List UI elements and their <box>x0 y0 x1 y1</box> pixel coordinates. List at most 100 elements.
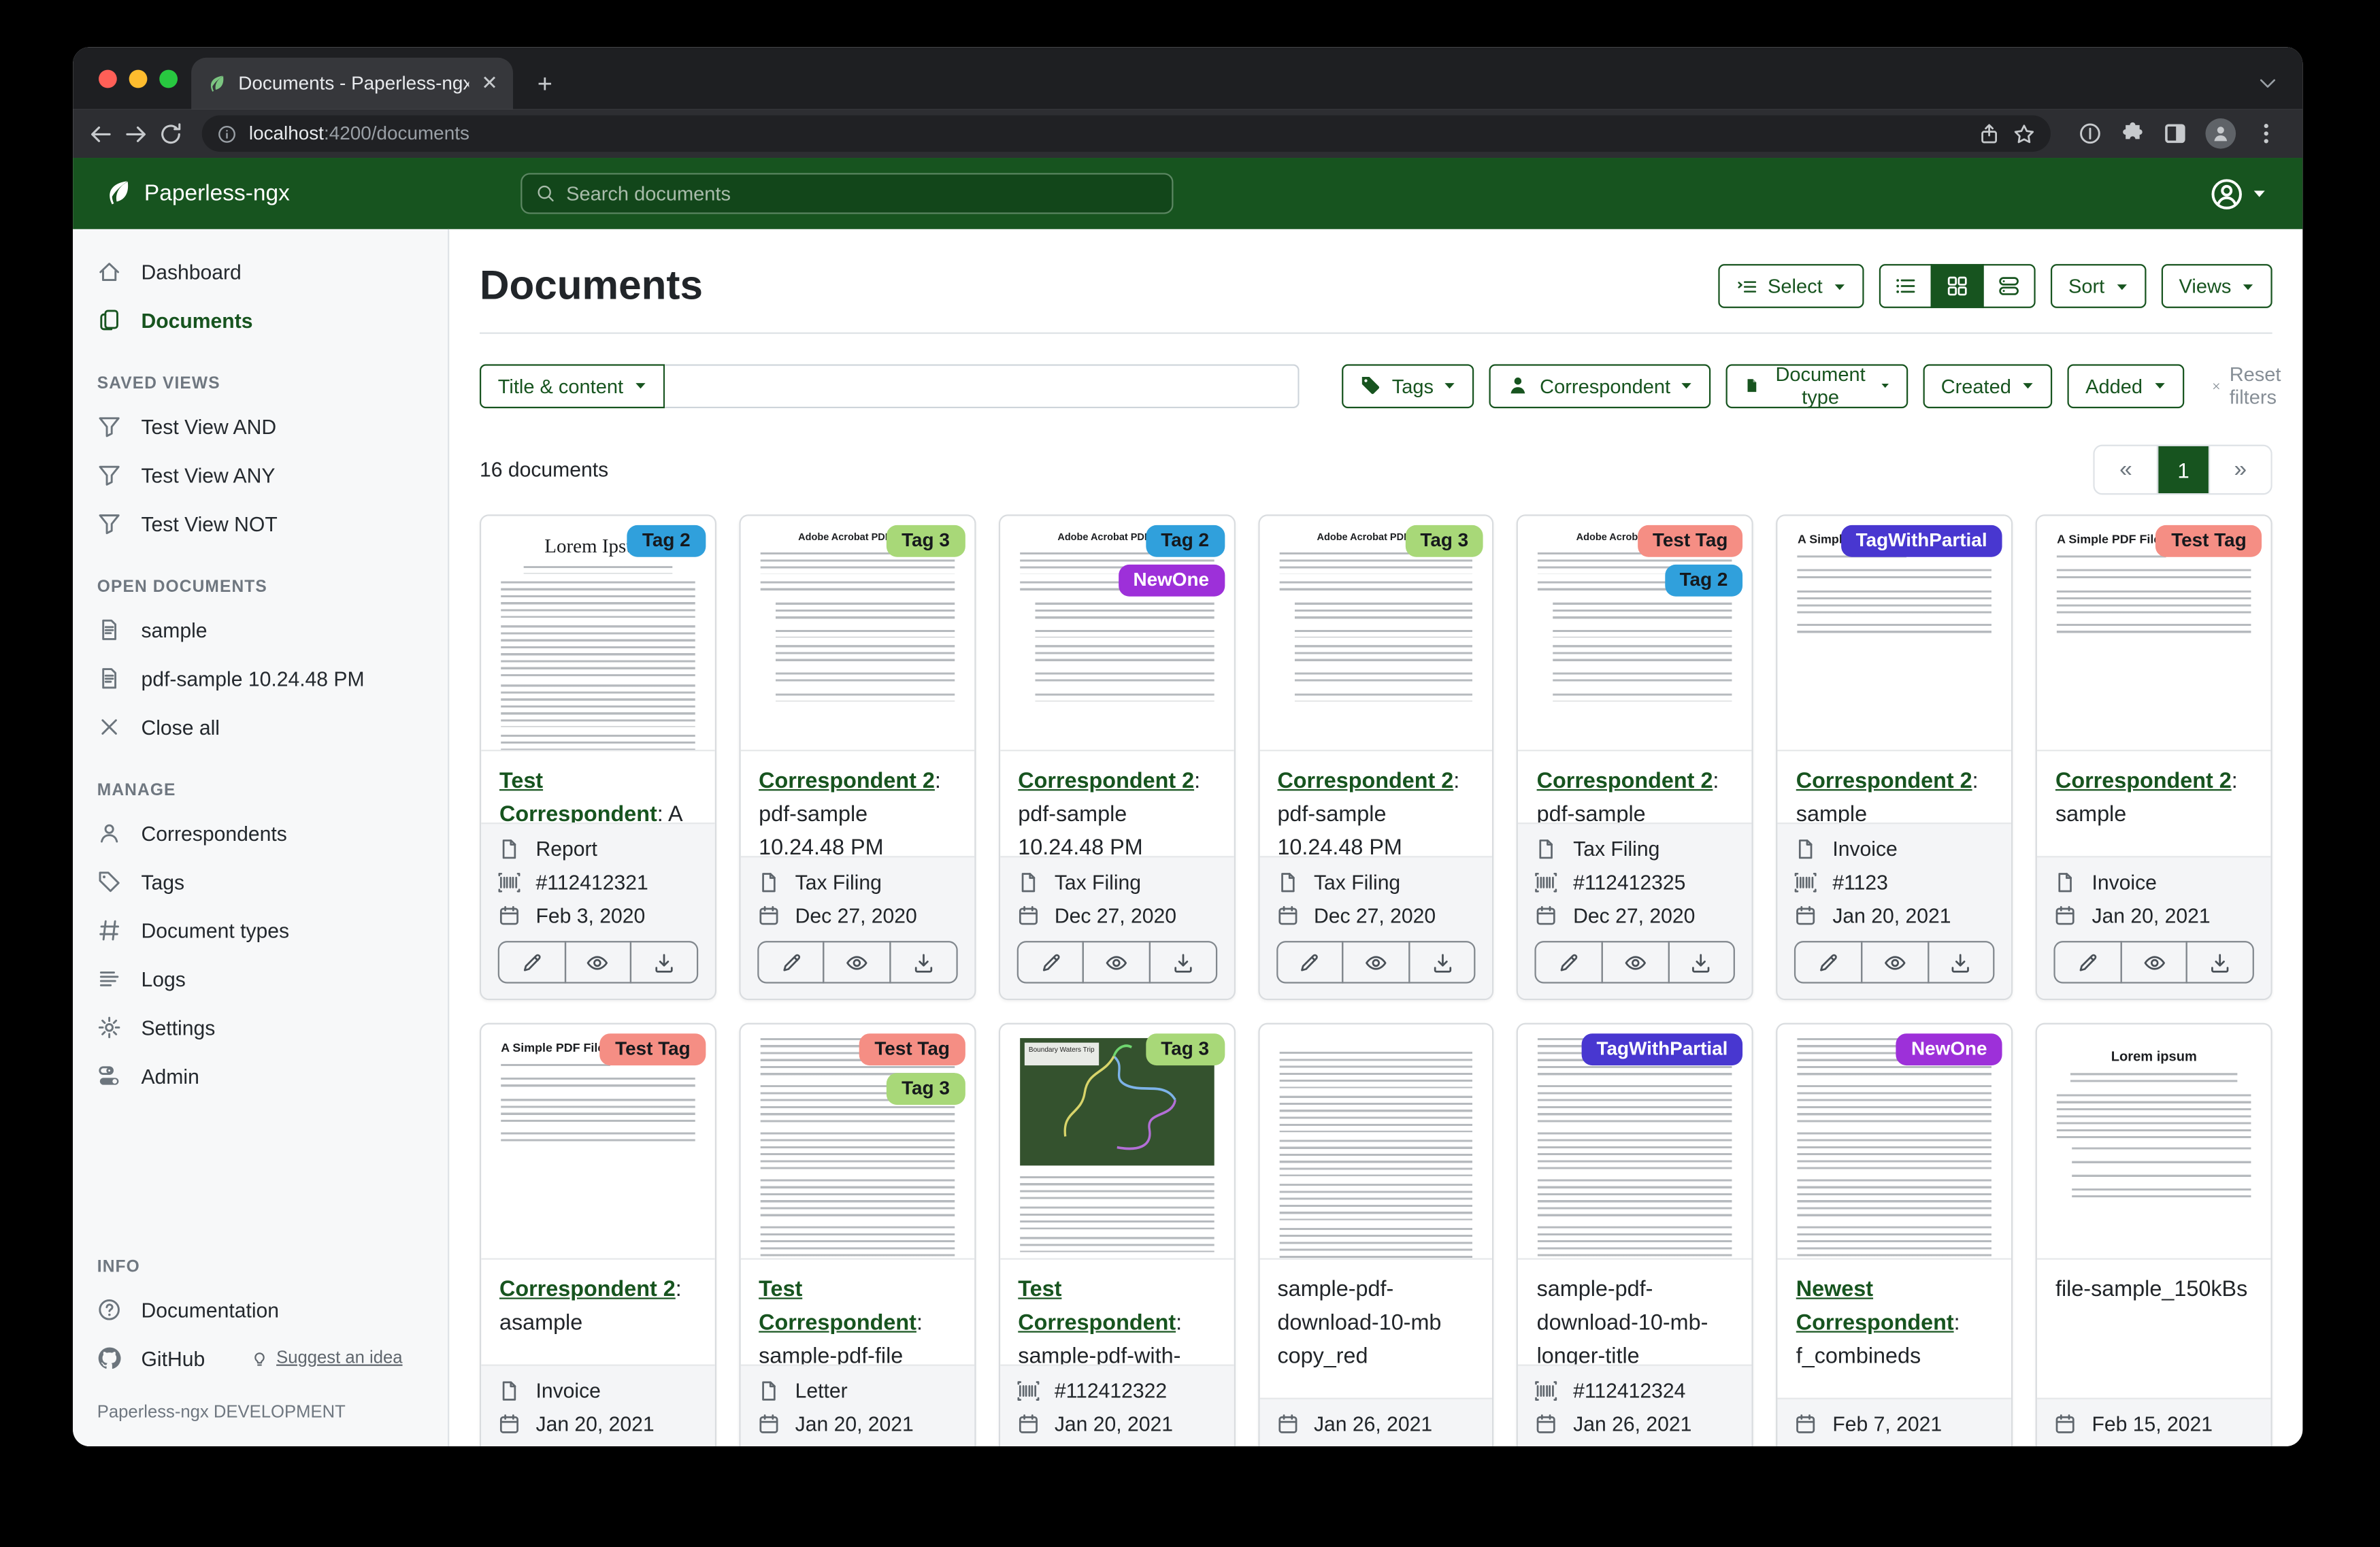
suggest-an-idea-link[interactable]: Suggest an idea <box>250 1349 402 1367</box>
bookmark-star-icon[interactable] <box>2013 122 2035 145</box>
tag-badge[interactable]: Tag 2 <box>627 525 706 557</box>
edit-button[interactable] <box>498 941 566 983</box>
document-thumbnail[interactable]: A Simple PDF FileTagWithPartial <box>1778 516 2011 752</box>
view-button[interactable] <box>1342 941 1410 983</box>
filter-tags-button[interactable]: Tags <box>1342 363 1474 407</box>
tag-badge[interactable]: Test Tag <box>859 1033 965 1065</box>
filter-created-button[interactable]: Created <box>1923 363 2052 407</box>
sidebar-item-settings[interactable]: Settings <box>73 1003 448 1052</box>
pagination-page-1[interactable]: 1 <box>2157 446 2209 493</box>
tag-badge[interactable]: Test Tag <box>2156 525 2262 557</box>
filter-correspondent-button[interactable]: Correspondent <box>1490 363 1712 407</box>
sidebar-item-correspondents[interactable]: Correspondents <box>73 809 448 857</box>
download-button[interactable] <box>1927 941 1995 983</box>
correspondent-link[interactable]: Test Correspondent <box>1018 1278 1176 1335</box>
sidebar-item-sample[interactable]: sample <box>73 605 448 654</box>
select-button[interactable]: Select <box>1717 264 1863 308</box>
tag-badge[interactable]: NewOne <box>1896 1033 2002 1065</box>
sidebar-item-test-view-and[interactable]: Test View AND <box>73 402 448 450</box>
tag-badge[interactable]: Tag 3 <box>1405 525 1483 557</box>
sidebar-item-close-all[interactable]: Close all <box>73 703 448 751</box>
sidebar-item-documentation[interactable]: Documentation <box>73 1286 448 1334</box>
correspondent-link[interactable]: Correspondent 2 <box>2055 769 2232 794</box>
tag-badge[interactable]: Test Tag <box>600 1033 706 1065</box>
view-button[interactable] <box>1602 941 1670 983</box>
edit-button[interactable] <box>1017 941 1085 983</box>
pagination-prev[interactable]: « <box>2095 446 2157 493</box>
site-info-icon[interactable] <box>217 124 237 144</box>
filter-text-input[interactable] <box>664 363 1299 407</box>
tab-close-icon[interactable]: ✕ <box>481 71 497 96</box>
document-thumbnail[interactable]: Boundary Waters TripTag 3 <box>1000 1025 1234 1260</box>
edit-button[interactable] <box>1535 941 1603 983</box>
sidebar-item-logs[interactable]: Logs <box>73 954 448 1003</box>
sidebar-item-documents[interactable]: Documents <box>73 296 448 344</box>
download-button[interactable] <box>630 941 698 983</box>
edit-button[interactable] <box>2054 941 2122 983</box>
correspondent-link[interactable]: Test Correspondent <box>499 769 657 822</box>
new-tab-button[interactable]: + <box>538 71 552 97</box>
tag-badge[interactable]: Tag 2 <box>1146 525 1224 557</box>
edit-button[interactable] <box>757 941 825 983</box>
correspondent-link[interactable]: Newest Correspondent <box>1796 1278 1954 1335</box>
download-button[interactable] <box>1408 941 1476 983</box>
filter-added-button[interactable]: Added <box>2067 363 2183 407</box>
document-thumbnail[interactable]: A Simple PDF FileTest Tag <box>2037 516 2270 752</box>
tag-badge[interactable]: Tag 3 <box>887 525 965 557</box>
tag-badge[interactable]: TagWithPartial <box>1581 1033 1743 1065</box>
view-button[interactable] <box>823 941 891 983</box>
address-bar[interactable]: localhost:4200/documents <box>202 116 2051 152</box>
sidebar-item-pdf-sample-10-24-48-pm[interactable]: pdf-sample 10.24.48 PM <box>73 654 448 703</box>
search-input[interactable] <box>566 182 1158 205</box>
view-button[interactable] <box>1082 941 1151 983</box>
view-grid-button[interactable] <box>1930 264 1983 308</box>
tab-search-chevron-icon[interactable] <box>2257 73 2278 94</box>
document-thumbnail[interactable]: Test Tag Tag 3 <box>740 1025 974 1260</box>
sidebar-item-test-view-any[interactable]: Test View ANY <box>73 451 448 499</box>
close-window-button[interactable] <box>99 70 117 88</box>
reset-filters-link[interactable]: Reset filters <box>2211 363 2288 408</box>
filter-doctype-button[interactable]: Document type <box>1727 363 1908 407</box>
document-thumbnail[interactable]: A Simple PDF FileTest Tag <box>481 1025 714 1260</box>
correspondent-link[interactable]: Correspondent 2 <box>1018 769 1194 794</box>
sidebar-item-github[interactable]: GitHub <box>73 1334 229 1382</box>
views-button[interactable]: Views <box>2161 264 2272 308</box>
document-thumbnail[interactable]: Lorem IpsumTag 2 <box>481 516 714 752</box>
tag-badge[interactable]: NewOne <box>1118 565 1224 597</box>
document-thumbnail[interactable]: Adobe Acrobat PDF FilesTag 3 <box>1259 516 1493 752</box>
document-thumbnail[interactable]: TagWithPartial <box>1519 1025 1752 1260</box>
tag-badge[interactable]: Tag 3 <box>887 1073 965 1105</box>
side-panel-icon[interactable] <box>2163 121 2187 146</box>
share-icon[interactable] <box>1978 122 2000 145</box>
browser-tab[interactable]: Documents - Paperless-ngx ✕ <box>191 58 513 110</box>
view-button[interactable] <box>2120 941 2188 983</box>
tag-badge[interactable]: Tag 2 <box>1664 565 1742 597</box>
forward-button[interactable] <box>123 120 149 146</box>
correspondent-link[interactable]: Correspondent 2 <box>1537 769 1713 794</box>
document-thumbnail[interactable]: NewOne <box>1778 1025 2011 1260</box>
download-button[interactable] <box>890 941 958 983</box>
correspondent-link[interactable]: Correspondent 2 <box>1277 769 1453 794</box>
correspondent-link[interactable]: Correspondent 2 <box>499 1278 676 1302</box>
minimize-window-button[interactable] <box>129 70 148 88</box>
sidebar-item-tags[interactable]: Tags <box>73 857 448 905</box>
sidebar-item-admin[interactable]: Admin <box>73 1052 448 1100</box>
correspondent-link[interactable]: Correspondent 2 <box>1796 769 1972 794</box>
tag-badge[interactable]: Test Tag <box>1638 525 1743 557</box>
user-menu[interactable] <box>2210 177 2266 210</box>
extensions-puzzle-icon[interactable] <box>2121 121 2145 146</box>
download-button[interactable] <box>1668 941 1736 983</box>
correspondent-link[interactable]: Test Correspondent <box>759 1278 916 1335</box>
document-thumbnail[interactable]: Adobe Acrobat PDF FilesTest TagTag 2 <box>1519 516 1752 752</box>
document-thumbnail[interactable]: Adobe Acrobat PDF FilesTag 3 <box>740 516 974 752</box>
browser-profile-avatar[interactable] <box>2205 118 2236 149</box>
zoom-window-button[interactable] <box>159 70 178 88</box>
download-button[interactable] <box>1149 941 1217 983</box>
back-button[interactable] <box>88 120 114 146</box>
view-button[interactable] <box>564 941 632 983</box>
reload-button[interactable] <box>158 120 184 146</box>
browser-menu-icon[interactable] <box>2254 121 2279 146</box>
document-thumbnail[interactable] <box>1259 1025 1493 1260</box>
document-thumbnail[interactable]: Lorem ipsum <box>2037 1025 2270 1260</box>
edit-button[interactable] <box>1276 941 1344 983</box>
